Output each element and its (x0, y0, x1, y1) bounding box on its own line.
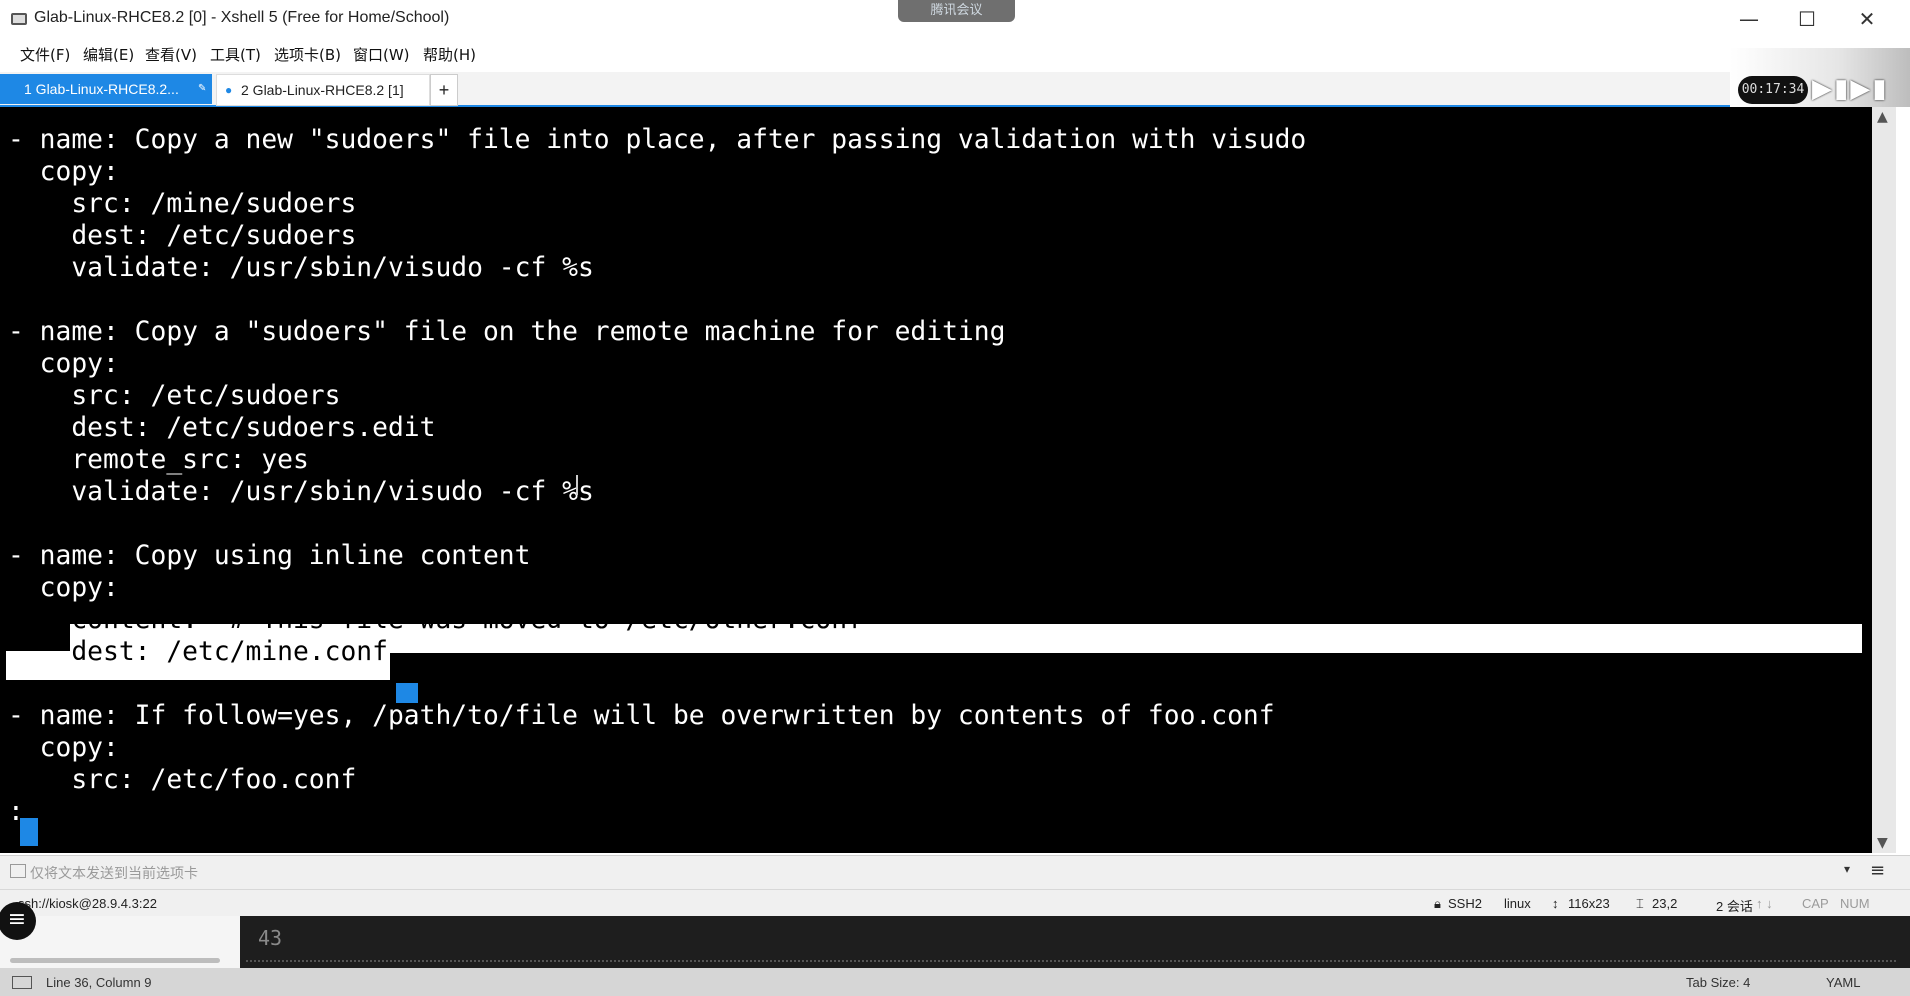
terminal-line: validate: /usr/sbin/visudo -cf %s (8, 477, 594, 507)
tab-session-2[interactable]: ● 2 Glab-Linux-RHCE8.2 [1] (216, 74, 430, 106)
terminal-line: copy: (8, 157, 119, 187)
compose-icon (10, 864, 26, 878)
terminal-line: copy: (8, 573, 119, 603)
video-overlay: 00:17:34 ▶▮▶▮ (1730, 48, 1910, 110)
caps-lock-indicator: CAP (1802, 896, 1829, 911)
scroll-up-icon[interactable]: ▲ (1877, 109, 1888, 125)
dotted-divider (246, 960, 1896, 964)
terminal-line: - name: If follow=yes, /path/to/file wil… (8, 701, 1275, 731)
compose-input[interactable]: 仅将文本发送到当前选项卡 (30, 863, 198, 883)
cursor-position: 23,2 (1652, 896, 1678, 911)
scroll-down-icon[interactable]: ▼ (1877, 835, 1888, 851)
terminal-line: copy: (8, 733, 119, 763)
menu-bar: 文件(F) 编辑(E) 查看(V) 工具(T) 选项卡(B) 窗口(W) 帮助(… (0, 38, 1910, 68)
terminal-line: src: /mine/sudoers (8, 189, 357, 219)
terminal-line: src: /etc/sudoers (8, 381, 341, 411)
editor-line-number: 43 (258, 926, 283, 950)
tab-dot-icon: ● (225, 83, 233, 97)
tab-pin-icon[interactable]: ✎ (198, 74, 206, 104)
menu-tabs[interactable]: 选项卡(B) (274, 44, 341, 65)
editor-status-bar: Line 36, Column 9 Tab Size: 4 YAML (0, 968, 1910, 996)
tab-label: 2 Glab-Linux-RHCE8.2 [1] (241, 82, 404, 98)
maximize-button[interactable]: ☐ (1780, 4, 1834, 34)
terminal-size: 116x23 (1568, 896, 1610, 911)
protocol-status: SSH2 (1448, 896, 1482, 911)
title-bar: Glab-Linux-RHCE8.2 [0] - Xshell 5 (Free … (0, 0, 1910, 38)
window-title: Glab-Linux-RHCE8.2 [0] - Xshell 5 (Free … (34, 9, 450, 26)
terminal-line: src: /etc/foo.conf (8, 765, 357, 795)
connection-address: ssh://kiosk@28.9.4.3:22 (18, 896, 157, 911)
terminal-line: - name: Copy using inline content (8, 541, 531, 571)
menu-edit[interactable]: 编辑(E) (83, 44, 134, 65)
terminal-line: - name: Copy a new "sudoers" file into p… (8, 125, 1307, 155)
line-column-position[interactable]: Line 36, Column 9 (46, 975, 152, 990)
menu-window[interactable]: 窗口(W) (353, 44, 410, 65)
meeting-badge[interactable]: 腾讯会议 (898, 0, 1015, 22)
transfer-arrows-icon: ↑ ↓ (1756, 896, 1773, 911)
video-control-icons[interactable]: ▶▮▶▮ (1812, 74, 1889, 104)
session-count: 2 会话 (1716, 899, 1753, 914)
tab-session-1[interactable]: 1 Glab-Linux-RHCE8.2... ✎ (0, 74, 212, 104)
resize-icon: ↕ (1552, 896, 1559, 911)
num-lock-indicator: NUM (1840, 896, 1870, 911)
terminal-type: linux (1504, 896, 1531, 911)
terminal-cursor (20, 818, 38, 846)
terminal-scrollbar[interactable]: ▲ ▼ (1872, 107, 1896, 853)
terminal-line: dest: /etc/sudoers.edit (8, 413, 436, 443)
terminal-line: copy: (8, 349, 119, 379)
tab-size[interactable]: Tab Size: 4 (1686, 975, 1750, 990)
xshell-app-icon (11, 13, 27, 25)
horizontal-scrollbar[interactable] (10, 958, 220, 963)
status-bar: ssh://kiosk@28.9.4.3:22 🔒︎ SSH2 linux ↕ … (0, 889, 1910, 916)
lock-icon: 🔒︎ (1434, 896, 1441, 911)
menu-view[interactable]: 查看(V) (145, 44, 197, 65)
video-time: 00:17:34 (1738, 76, 1808, 104)
menu-icon[interactable]: ≡ (1870, 860, 1885, 881)
cursor-icon: ⌶ (1636, 896, 1644, 911)
tab-bar: 1 Glab-Linux-RHCE8.2... ✎ ● 2 Glab-Linux… (0, 72, 1910, 107)
window-edge (1896, 107, 1910, 853)
terminal-line: validate: /usr/sbin/visudo -cf %s (8, 253, 594, 283)
terminal-line-selected: dest: /etc/mine.conf (8, 637, 388, 667)
close-button[interactable]: ✕ (1840, 4, 1894, 34)
menu-tools[interactable]: 工具(T) (210, 44, 261, 65)
editor-sidebar (0, 916, 240, 968)
terminal-line: remote_src: yes (8, 445, 309, 475)
background-editor: ≡ 43 (0, 902, 1910, 968)
menu-help[interactable]: 帮助(H) (423, 44, 476, 65)
compose-bar[interactable]: 仅将文本发送到当前选项卡 ▾ ≡ (0, 855, 1910, 889)
tab-label: 1 Glab-Linux-RHCE8.2... (24, 81, 179, 97)
minimize-button[interactable]: — (1722, 4, 1776, 34)
text-cursor-icon (576, 475, 578, 495)
chevron-down-icon[interactable]: ▾ (1844, 862, 1850, 876)
panel-icon[interactable] (12, 976, 32, 989)
terminal-output[interactable]: - name: Copy a new "sudoers" file into p… (0, 107, 1872, 853)
terminal-line-selected: content: '# This file was moved to /etc/… (8, 605, 879, 635)
add-tab-button[interactable]: + (430, 74, 458, 106)
terminal-line: - name: Copy a "sudoers" file on the rem… (8, 317, 1006, 347)
menu-file[interactable]: 文件(F) (20, 44, 70, 65)
terminal-line: dest: /etc/sudoers (8, 221, 357, 251)
language-mode[interactable]: YAML (1826, 975, 1860, 990)
